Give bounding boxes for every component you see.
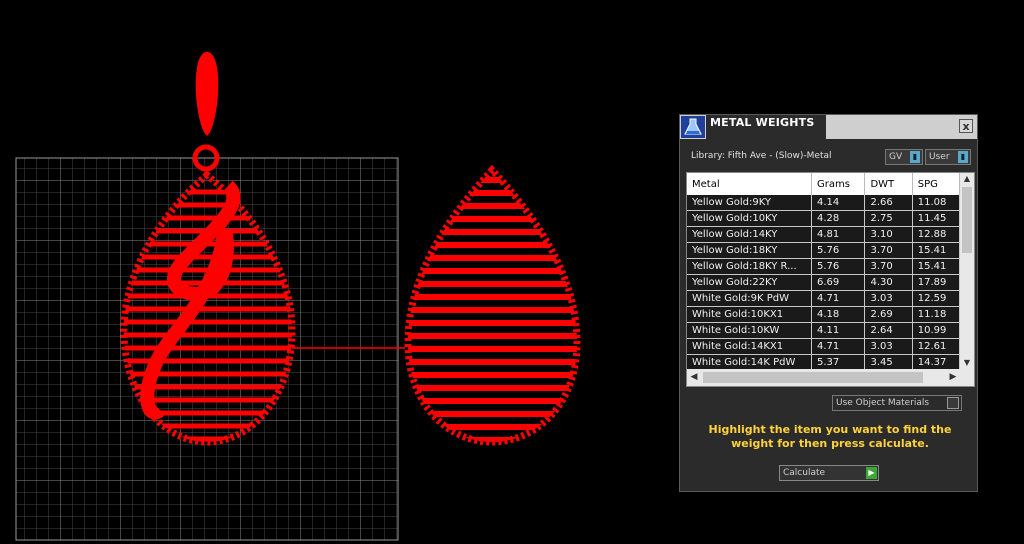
metal-cell: Yellow Gold:14KY	[687, 226, 813, 243]
metal-table: Metal Grams DWT SPG Yellow Gold:9KY 4.14 2…	[687, 173, 960, 369]
scroll-corner	[960, 369, 974, 386]
instruction-text: Highlight the item you want to find the …	[708, 423, 952, 450]
spg-cell: 12.88	[912, 226, 960, 243]
column-header-grams[interactable]: Grams	[811, 173, 866, 195]
grams-cell: 4.11	[811, 322, 866, 339]
use-object-materials-checkbox[interactable]	[947, 397, 959, 409]
table-row[interactable]: Yellow Gold:18KY 5.76 3.70 15.41	[687, 242, 960, 259]
table-row[interactable]: White Gold:10KX1 4.18 2.69 11.18	[687, 306, 960, 323]
dwt-cell: 3.03	[864, 338, 913, 355]
dwt-cell: 3.70	[864, 242, 913, 259]
spg-cell: 11.18	[912, 306, 960, 323]
calculate-button[interactable]: Calculate ▶	[779, 465, 879, 481]
metal-cell: White Gold:10KX1	[687, 306, 813, 323]
dwt-cell: 4.30	[864, 274, 913, 291]
dwt-cell: 2.66	[864, 195, 913, 211]
dwt-cell: 3.10	[864, 226, 913, 243]
grams-cell: 5.37	[811, 354, 866, 369]
table-row[interactable]: White Gold:10KW 4.11 2.64 10.99	[687, 322, 960, 339]
grams-cell: 4.71	[811, 338, 866, 355]
close-icon[interactable]: x	[959, 119, 973, 133]
grams-cell: 4.28	[811, 210, 866, 227]
grams-cell: 4.18	[811, 306, 866, 323]
dwt-cell: 3.70	[864, 258, 913, 275]
table-row[interactable]: Yellow Gold:18KY R... 5.76 3.70 15.41	[687, 258, 960, 275]
grams-cell: 4.71	[811, 290, 866, 307]
panel-titlebar[interactable]: METAL WEIGHTS x	[680, 115, 977, 139]
metal-cell: White Gold:14K PdW	[687, 354, 813, 369]
horizontal-scroll-thumb[interactable]	[703, 372, 923, 383]
calculate-label: Calculate	[783, 468, 826, 478]
spg-cell: 11.08	[912, 195, 960, 211]
library-label: Library: Fifth Ave - (Slow)-Metal	[691, 151, 832, 161]
spg-cell: 12.59	[912, 290, 960, 307]
metal-weights-panel: METAL WEIGHTS x Library: Fifth Ave - (Sl…	[679, 114, 978, 492]
table-row[interactable]: Yellow Gold:22KY 6.69 4.30 17.89	[687, 274, 960, 291]
metal-cell: Yellow Gold:10KY	[687, 210, 813, 227]
flask-icon	[681, 116, 705, 138]
scroll-up-icon[interactable]: ▲	[960, 173, 974, 185]
table-row[interactable]: White Gold:14K PdW 5.37 3.45 14.37	[687, 354, 960, 369]
dwt-cell: 2.64	[864, 322, 913, 339]
spg-cell: 17.89	[912, 274, 960, 291]
table-row[interactable]: White Gold:9K PdW 4.71 3.03 12.59	[687, 290, 960, 307]
grams-cell: 4.81	[811, 226, 866, 243]
column-header-spg[interactable]: SPG	[912, 173, 960, 195]
scroll-right-icon[interactable]: ▶	[946, 369, 960, 386]
grams-cell: 5.76	[811, 258, 866, 275]
grams-cell: 6.69	[811, 274, 866, 291]
spg-cell: 15.41	[912, 242, 960, 259]
scroll-down-icon[interactable]: ▼	[960, 357, 974, 369]
vertical-scroll-thumb[interactable]	[962, 187, 972, 253]
spg-cell: 12.61	[912, 338, 960, 355]
vertical-scrollbar[interactable]: ▲ ▼	[960, 173, 974, 369]
table-header-row: Metal Grams DWT SPG	[687, 173, 960, 195]
horizontal-scrollbar[interactable]: ◀ ▶	[687, 369, 960, 386]
metal-table-container: Metal Grams DWT SPG Yellow Gold:9KY 4.14 2…	[686, 172, 975, 387]
metal-cell: Yellow Gold:22KY	[687, 274, 813, 291]
metal-cell: Yellow Gold:18KY	[687, 242, 813, 259]
metal-cell: Yellow Gold:18KY R...	[687, 258, 813, 275]
spg-cell: 15.41	[912, 258, 960, 275]
use-object-materials-toggle[interactable]: Use Object Materials	[832, 395, 962, 411]
right-earring-model[interactable]	[400, 164, 590, 446]
gv-dropdown-label: GV	[889, 152, 903, 162]
panel-title: METAL WEIGHTS	[710, 116, 815, 129]
dropdown-arrow-icon: ▮	[958, 151, 968, 163]
grams-cell: 5.76	[811, 242, 866, 259]
dwt-cell: 3.45	[864, 354, 913, 369]
dwt-cell: 2.75	[864, 210, 913, 227]
metal-cell: White Gold:9K PdW	[687, 290, 813, 307]
grams-cell: 4.14	[811, 195, 866, 211]
table-row[interactable]: Yellow Gold:10KY 4.28 2.75 11.45	[687, 210, 960, 227]
dropdown-arrow-icon: ▮	[910, 151, 920, 163]
spg-cell: 11.45	[912, 210, 960, 227]
table-row[interactable]: White Gold:14KX1 4.71 3.03 12.61	[687, 338, 960, 355]
gv-dropdown[interactable]: GV ▮	[885, 149, 923, 165]
play-arrow-icon: ▶	[866, 467, 877, 479]
column-header-metal[interactable]: Metal	[687, 173, 813, 195]
column-header-dwt[interactable]: DWT	[864, 173, 913, 195]
dwt-cell: 2.69	[864, 306, 913, 323]
user-dropdown-label: User	[929, 152, 950, 162]
table-row[interactable]: Yellow Gold:14KY 4.81 3.10 12.88	[687, 226, 960, 243]
metal-cell: White Gold:10KW	[687, 322, 813, 339]
user-dropdown[interactable]: User ▮	[925, 149, 971, 165]
metal-table-viewport: Metal Grams DWT SPG Yellow Gold:9KY 4.14 2…	[687, 173, 960, 369]
metal-cell: White Gold:14KX1	[687, 338, 813, 355]
dwt-cell: 3.03	[864, 290, 913, 307]
use-object-materials-label: Use Object Materials	[836, 398, 930, 408]
table-row[interactable]: Yellow Gold:9KY 4.14 2.66 11.08	[687, 195, 960, 211]
spg-cell: 10.99	[912, 322, 960, 339]
metal-cell: Yellow Gold:9KY	[687, 195, 813, 211]
spg-cell: 14.37	[912, 354, 960, 369]
scroll-left-icon[interactable]: ◀	[687, 369, 701, 386]
